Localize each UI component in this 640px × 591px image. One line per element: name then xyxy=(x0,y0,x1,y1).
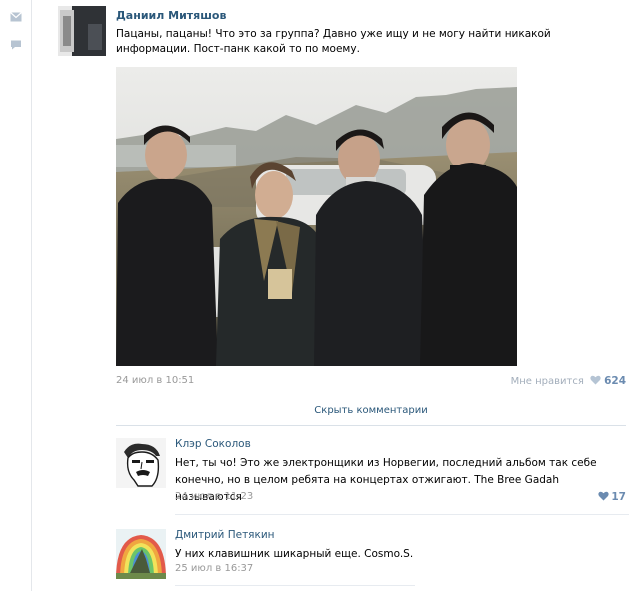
comment-date[interactable]: 25 июл в 16:37 xyxy=(175,563,253,574)
comment-divider xyxy=(175,585,415,586)
heart-icon xyxy=(598,491,610,501)
commenter-avatar[interactable] xyxy=(116,529,166,579)
comment-text: У них клавишник шикарный еще. Cosmo.S. xyxy=(175,548,414,560)
comments-divider xyxy=(116,425,626,426)
like-count: 624 xyxy=(604,375,626,387)
post-author[interactable]: Даниил Митяшов xyxy=(116,9,226,22)
post-date[interactable]: 24 июл в 10:51 xyxy=(116,375,194,386)
like-label: Мне нравится xyxy=(510,376,584,387)
comment: Клэр Соколов Нет, ты чо! Это же электрон… xyxy=(116,434,630,514)
comment-divider xyxy=(175,514,629,515)
post-text: Пацаны, пацаны! Что это за группа? Давно… xyxy=(116,28,551,55)
hide-comments-button[interactable]: Скрыть комментарии xyxy=(116,396,626,426)
comment-like-button[interactable]: 17 xyxy=(598,491,626,503)
post-meta: 24 июл в 10:51 Мне нравится 624 xyxy=(116,375,626,389)
mail-icon[interactable] xyxy=(10,12,22,22)
comment-date[interactable]: 24 июл в 11:23 xyxy=(175,491,253,502)
left-rail xyxy=(0,0,32,591)
commenter-avatar[interactable] xyxy=(116,438,166,488)
author-avatar[interactable] xyxy=(58,6,106,56)
comment-author[interactable]: Клэр Соколов xyxy=(175,438,251,450)
comment-like-count: 17 xyxy=(611,491,626,503)
heart-icon xyxy=(590,375,601,385)
post-photo[interactable] xyxy=(116,67,517,366)
chat-icon[interactable] xyxy=(10,40,22,50)
comment: Дмитрий Петякин У них клавишник шикарный… xyxy=(116,525,630,585)
like-button[interactable]: Мне нравится 624 xyxy=(511,375,626,387)
comment-author[interactable]: Дмитрий Петякин xyxy=(175,529,275,541)
